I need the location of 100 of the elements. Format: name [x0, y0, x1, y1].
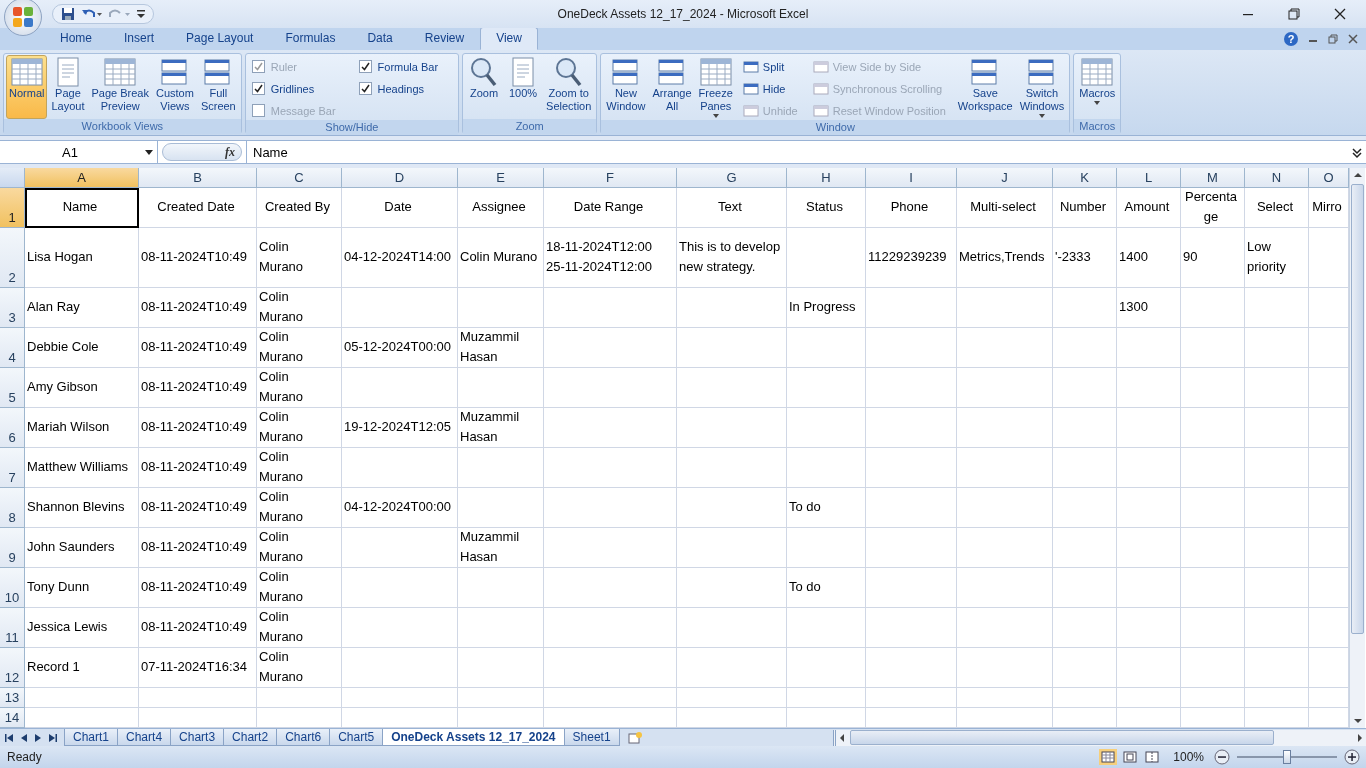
- table-cell[interactable]: [787, 447, 866, 488]
- ribbon-tab[interactable]: Formulas: [269, 27, 352, 50]
- table-cell[interactable]: [866, 687, 957, 708]
- table-cell[interactable]: [1181, 327, 1245, 368]
- table-cell[interactable]: Colin Murano: [257, 527, 342, 568]
- table-cell[interactable]: [866, 407, 957, 448]
- table-cell[interactable]: [1117, 687, 1181, 708]
- table-cell[interactable]: Status: [787, 187, 866, 228]
- table-cell[interactable]: [677, 527, 787, 568]
- table-cell[interactable]: [1245, 367, 1309, 408]
- table-cell[interactable]: [787, 327, 866, 368]
- table-cell[interactable]: [544, 407, 677, 448]
- column-header[interactable]: K: [1053, 167, 1117, 188]
- ribbon-tab[interactable]: Page Layout: [170, 27, 270, 50]
- table-cell[interactable]: Phone: [866, 187, 957, 228]
- checkbox[interactable]: [358, 82, 372, 95]
- table-cell[interactable]: [1053, 447, 1117, 488]
- table-cell[interactable]: [1245, 527, 1309, 568]
- table-cell[interactable]: Alan Ray: [25, 287, 139, 328]
- table-cell[interactable]: [957, 327, 1053, 368]
- save-icon[interactable]: [61, 7, 75, 21]
- column-header[interactable]: M: [1181, 167, 1245, 188]
- table-cell[interactable]: [1181, 607, 1245, 648]
- table-cell[interactable]: 08-11-2024T10:49: [139, 367, 257, 408]
- restore-icon[interactable]: [1328, 34, 1338, 44]
- table-cell[interactable]: [957, 487, 1053, 528]
- table-cell[interactable]: [957, 407, 1053, 448]
- select-all-button[interactable]: [0, 167, 25, 188]
- restore-icon[interactable]: [1288, 8, 1300, 20]
- column-header[interactable]: N: [1245, 167, 1309, 188]
- table-cell[interactable]: 08-11-2024T10:49: [139, 227, 257, 288]
- table-cell[interactable]: [866, 447, 957, 488]
- sheet-tab[interactable]: Chart3: [170, 729, 225, 747]
- table-cell[interactable]: [544, 687, 677, 708]
- table-cell[interactable]: [1245, 447, 1309, 488]
- customize-icon[interactable]: [137, 9, 145, 19]
- table-cell[interactable]: [544, 367, 677, 408]
- table-cell[interactable]: Matthew Williams: [25, 447, 139, 488]
- table-cell[interactable]: 04-12-2024T00:00: [342, 487, 458, 528]
- sheet-tab[interactable]: Chart1: [64, 729, 119, 747]
- ribbon-tab[interactable]: View: [480, 27, 538, 50]
- table-cell[interactable]: Name: [25, 187, 139, 228]
- column-header[interactable]: G: [677, 167, 787, 188]
- row-header[interactable]: 1: [0, 187, 25, 228]
- table-cell[interactable]: [458, 367, 544, 408]
- table-cell[interactable]: [866, 287, 957, 328]
- table-cell[interactable]: Mariah Wilson: [25, 407, 139, 448]
- sheet-tab[interactable]: Chart2: [223, 729, 278, 747]
- table-cell[interactable]: 08-11-2024T10:49: [139, 287, 257, 328]
- column-header[interactable]: L: [1117, 167, 1181, 188]
- table-cell[interactable]: [458, 647, 544, 688]
- table-cell[interactable]: [957, 607, 1053, 648]
- row-header[interactable]: 14: [0, 707, 25, 728]
- sheet-nav-icon[interactable]: [46, 731, 58, 744]
- table-cell[interactable]: [342, 287, 458, 328]
- ribbon-tab[interactable]: Insert: [108, 27, 171, 50]
- column-header[interactable]: D: [342, 167, 458, 188]
- column-header[interactable]: F: [544, 167, 677, 188]
- table-cell[interactable]: Jessica Lewis: [25, 607, 139, 648]
- table-cell[interactable]: Amy Gibson: [25, 367, 139, 408]
- horizontal-scrollbar[interactable]: [833, 729, 1366, 746]
- table-cell[interactable]: [787, 607, 866, 648]
- table-cell[interactable]: [677, 487, 787, 528]
- table-cell[interactable]: [1181, 687, 1245, 708]
- insert-sheet-icon[interactable]: [626, 730, 643, 745]
- row-header[interactable]: 12: [0, 647, 25, 688]
- ribbon-button[interactable]: Normal: [6, 55, 48, 119]
- column-header[interactable]: B: [139, 167, 257, 188]
- ribbon-button[interactable]: Page Layout: [48, 55, 88, 119]
- table-cell[interactable]: [1181, 527, 1245, 568]
- sheet-nav-icon[interactable]: [4, 731, 16, 744]
- table-cell[interactable]: 07-11-2024T16:34: [139, 647, 257, 688]
- ribbon-button[interactable]: Zoom: [465, 55, 504, 119]
- table-cell[interactable]: [677, 407, 787, 448]
- table-cell[interactable]: [544, 527, 677, 568]
- table-cell[interactable]: [957, 707, 1053, 728]
- name-box[interactable]: A1: [0, 141, 158, 163]
- row-header[interactable]: 13: [0, 687, 25, 708]
- table-cell[interactable]: [1245, 647, 1309, 688]
- ribbon-button[interactable]: Arrange All: [649, 55, 695, 119]
- column-header[interactable]: H: [787, 167, 866, 188]
- ribbon-button[interactable]: Save Workspace: [954, 55, 1016, 119]
- table-cell[interactable]: To do: [787, 567, 866, 608]
- sheet-tab[interactable]: Chart5: [329, 729, 384, 747]
- row-header[interactable]: 3: [0, 287, 25, 328]
- page-break-icon[interactable]: [1143, 749, 1162, 766]
- zoom-slider[interactable]: [1283, 750, 1291, 765]
- ribbon-button[interactable]: Hide: [740, 79, 800, 98]
- table-cell[interactable]: Amount: [1117, 187, 1181, 228]
- checkbox[interactable]: [251, 82, 265, 95]
- table-cell[interactable]: [957, 567, 1053, 608]
- table-cell[interactable]: [1181, 407, 1245, 448]
- row-header[interactable]: 2: [0, 227, 25, 288]
- table-cell[interactable]: [458, 487, 544, 528]
- table-cell[interactable]: 08-11-2024T10:49: [139, 487, 257, 528]
- row-header[interactable]: 10: [0, 567, 25, 608]
- table-cell[interactable]: [544, 447, 677, 488]
- help-button[interactable]: ?: [1284, 32, 1298, 46]
- ribbon-tab[interactable]: Review: [408, 27, 481, 50]
- table-cell[interactable]: [866, 647, 957, 688]
